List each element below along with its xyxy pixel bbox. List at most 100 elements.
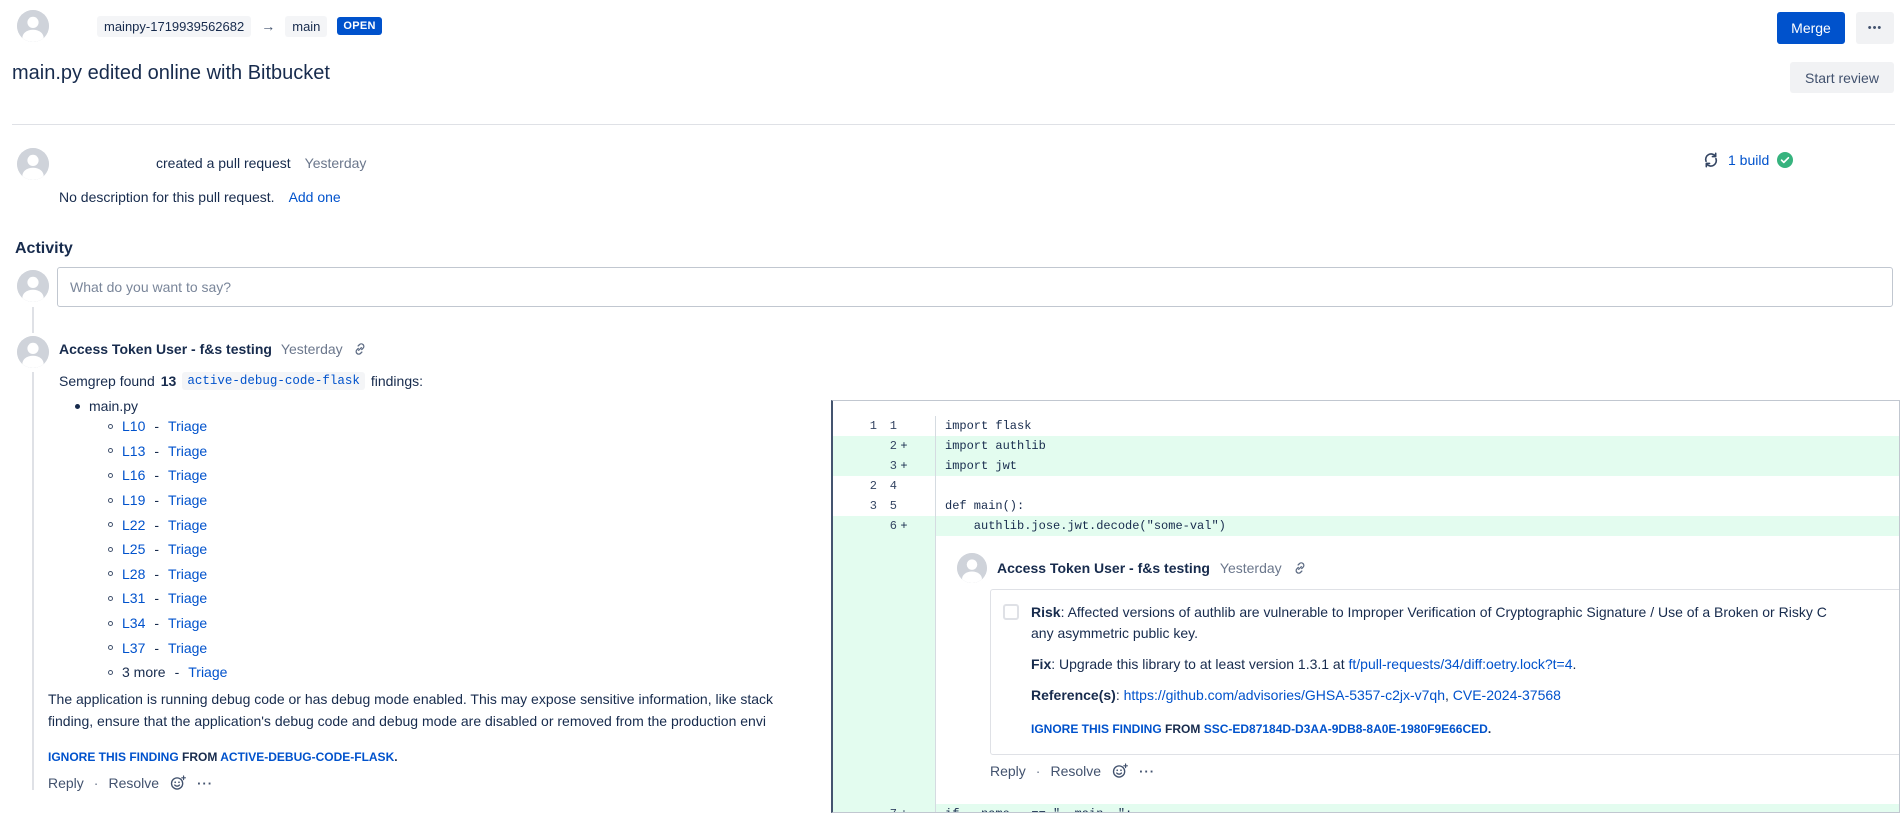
finding-line-link[interactable]: L13 <box>122 443 145 459</box>
new-line-number: 4 <box>877 476 897 496</box>
source-branch-chip[interactable]: mainpy-1719939562682 <box>97 16 251 37</box>
add-reaction-icon[interactable] <box>169 774 187 792</box>
ignore-finding-link[interactable]: IGNORE THIS FINDING <box>1031 722 1162 736</box>
finding-item: 3 more - Triage <box>108 660 227 685</box>
file-list-item: main.py <box>75 398 138 414</box>
build-count-link[interactable]: 1 build <box>1728 152 1769 168</box>
finding-item: L37 - Triage <box>108 635 227 660</box>
finding-triage-link[interactable]: Triage <box>168 615 207 631</box>
reply-button[interactable]: Reply <box>990 763 1026 779</box>
ignore-id-link[interactable]: SSC-ED87184D-D3AA-9DB8-8A0E-1980F9E66CED <box>1204 722 1488 736</box>
comment-author-avatar[interactable] <box>17 336 49 368</box>
new-comment-input[interactable] <box>57 267 1893 307</box>
pr-creator-avatar[interactable] <box>17 148 49 180</box>
fix-link[interactable]: ft/pull-requests/34/diff:oetry.lock?t=4 <box>1349 656 1573 672</box>
created-timestamp: Yesterday <box>305 155 367 171</box>
no-description-text: No description for this pull request. <box>59 189 275 205</box>
finding-line-link[interactable]: L28 <box>122 566 145 582</box>
finding-line-link[interactable]: L25 <box>122 541 145 557</box>
finding-triage-link[interactable]: Triage <box>188 664 227 680</box>
builds-refresh-icon <box>1702 151 1720 169</box>
diff-code-row-partial[interactable]: 7 + if __name__ == "__main__": <box>833 804 1899 813</box>
description-line-2: finding, ensure that the application's d… <box>48 710 824 732</box>
person-icon <box>17 10 49 42</box>
fix-line: Fix: Upgrade this library to at least ve… <box>1031 654 1900 675</box>
finding-checkbox[interactable] <box>1003 604 1019 620</box>
comment-actions: Reply · Resolve ··· <box>48 774 213 792</box>
finding-triage-link[interactable]: Triage <box>168 418 207 434</box>
diff-marker: + <box>897 516 911 536</box>
resolve-button[interactable]: Resolve <box>1050 763 1101 779</box>
finding-triage-link[interactable]: Triage <box>168 590 207 606</box>
new-line-number: 2 <box>877 436 897 456</box>
ignore-finding-line: IGNORE THIS FINDING FROM ACTIVE-DEBUG-CO… <box>48 750 398 764</box>
resolve-button[interactable]: Resolve <box>108 775 159 791</box>
reply-button[interactable]: Reply <box>48 775 84 791</box>
finding-triage-link[interactable]: Triage <box>168 640 207 656</box>
created-line: created a pull request Yesterday <box>156 155 366 171</box>
finding-item: L25 - Triage <box>108 537 227 562</box>
page-title: main.py edited online with Bitbucket <box>12 62 330 85</box>
diff-code-row[interactable]: 2 + import authlib <box>833 436 1899 456</box>
diff-code-row[interactable]: 2 4 <box>833 476 1899 496</box>
tab-bar-divider <box>12 124 1895 125</box>
comment-more-button[interactable]: ··· <box>1139 764 1155 779</box>
diff-code-row[interactable]: 3 5 def main(): <box>833 496 1899 516</box>
diff-code-panel: 1 1 import flask 2 + import authlib 3 + … <box>831 400 1900 813</box>
finding-triage-link[interactable]: Triage <box>168 566 207 582</box>
diff-code-row[interactable]: 1 1 import flask <box>833 416 1899 436</box>
person-icon <box>17 148 49 180</box>
circle-bullet-icon <box>108 522 113 527</box>
current-user-avatar <box>17 270 49 302</box>
advisory-link[interactable]: https://github.com/advisories/GHSA-5357-… <box>1124 687 1445 703</box>
person-icon <box>17 336 49 368</box>
code-text: import authlib <box>945 436 1046 456</box>
ignore-rule-link[interactable]: ACTIVE-DEBUG-CODE-FLASK <box>220 750 394 764</box>
inline-comment-avatar[interactable] <box>957 553 987 583</box>
add-description-link[interactable]: Add one <box>289 189 341 205</box>
circle-bullet-icon <box>108 473 113 478</box>
inline-comment-author[interactable]: Access Token User - f&s testing <box>997 560 1210 576</box>
finding-line-link[interactable]: L10 <box>122 418 145 434</box>
finding-line-link[interactable]: L16 <box>122 467 145 483</box>
finding-line-link[interactable]: L31 <box>122 590 145 606</box>
finding-triage-link[interactable]: Triage <box>168 541 207 557</box>
finding-line-link[interactable]: L34 <box>122 615 145 631</box>
merge-button[interactable]: Merge <box>1777 12 1845 44</box>
comment-author-name[interactable]: Access Token User - f&s testing <box>59 341 272 357</box>
old-line-number: 2 <box>833 476 877 496</box>
new-line-number: 5 <box>877 496 897 516</box>
start-review-button[interactable]: Start review <box>1790 62 1894 93</box>
finding-count: 13 <box>161 373 177 389</box>
breadcrumb: mainpy-1719939562682 → main OPEN <box>97 15 382 37</box>
ignore-finding-link[interactable]: IGNORE THIS FINDING <box>48 750 179 764</box>
circle-bullet-icon <box>108 498 113 503</box>
diff-code-row[interactable]: 6 + authlib.jose.jwt.decode("some-val") <box>833 516 1899 536</box>
finding-triage-link[interactable]: Triage <box>168 517 207 533</box>
finding-triage-link[interactable]: Triage <box>168 492 207 508</box>
finding-triage-link[interactable]: Triage <box>168 443 207 459</box>
more-options-button[interactable]: ••• <box>1856 12 1894 44</box>
pr-author-avatar[interactable] <box>17 10 49 42</box>
cve-link[interactable]: CVE-2024-37568 <box>1453 687 1561 703</box>
inline-comment-actions: Reply · Resolve ··· <box>990 762 1155 780</box>
finding-line-link[interactable]: 3 more <box>122 664 166 680</box>
permalink-icon[interactable] <box>1292 560 1308 576</box>
finding-line-link[interactable]: L37 <box>122 640 145 656</box>
comment-header: Access Token User - f&s testing Yesterda… <box>59 341 368 357</box>
finding-triage-link[interactable]: Triage <box>168 467 207 483</box>
finding-item: L13 - Triage <box>108 439 227 464</box>
add-reaction-icon[interactable] <box>1111 762 1129 780</box>
permalink-icon[interactable] <box>352 341 368 357</box>
tab-bar <box>12 103 90 112</box>
new-line-number: 6 <box>877 516 897 536</box>
finding-line-link[interactable]: L22 <box>122 517 145 533</box>
ignore-finding-line: IGNORE THIS FINDING FROM SSC-ED87184D-D3… <box>1031 719 1900 740</box>
diff-code-row[interactable]: 3 + import jwt <box>833 456 1899 476</box>
comment-more-button[interactable]: ··· <box>197 776 213 791</box>
finding-description: The application is running debug code or… <box>48 688 824 732</box>
code-text: import jwt <box>945 456 1017 476</box>
target-branch-chip[interactable]: main <box>285 16 327 37</box>
created-text: created a pull request <box>156 155 291 171</box>
finding-line-link[interactable]: L19 <box>122 492 145 508</box>
